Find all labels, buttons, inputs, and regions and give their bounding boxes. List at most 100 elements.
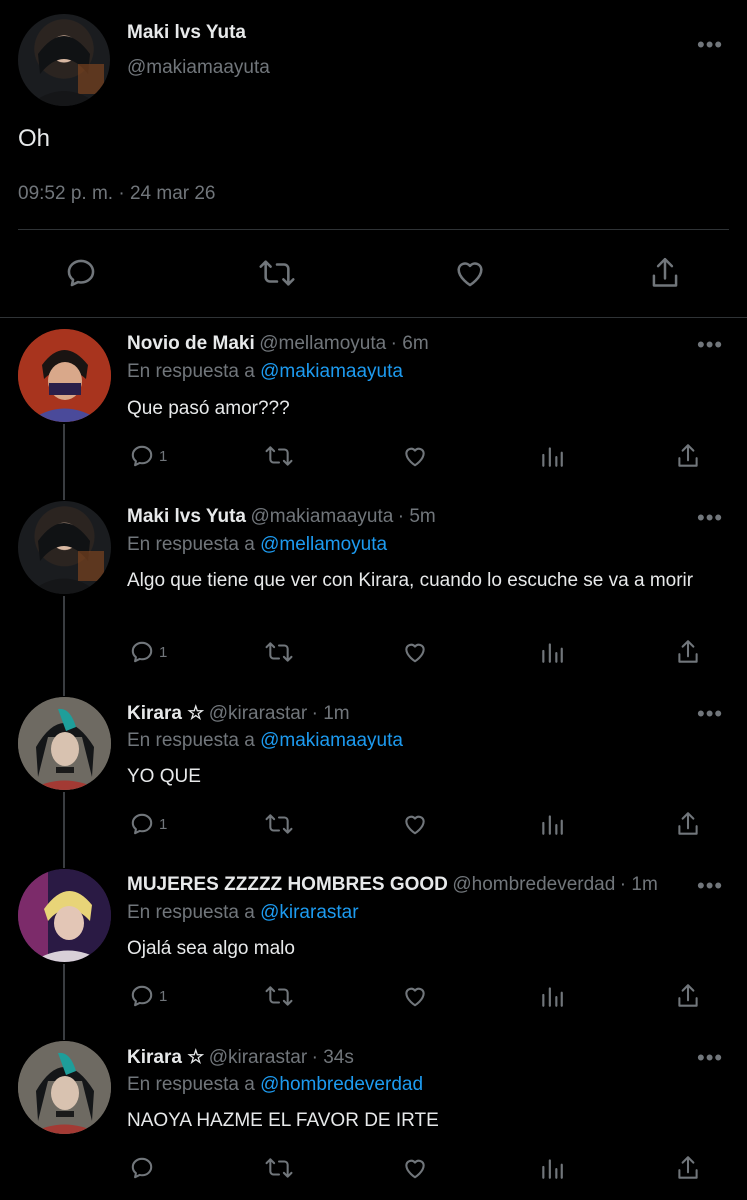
more-options-icon[interactable]: ••• xyxy=(697,703,723,725)
tweet-date: 24 mar 26 xyxy=(129,183,216,204)
avatar[interactable] xyxy=(18,1041,111,1134)
reply-prefix: En respuesta a xyxy=(127,534,255,555)
reply-button[interactable] xyxy=(64,256,98,290)
tweet-timestamp[interactable]: 09:52 p. m. · 24 mar 26 xyxy=(18,183,216,205)
retweet-icon xyxy=(265,446,293,466)
reply-to-mention[interactable]: @mellamoyuta xyxy=(260,534,387,555)
reply-icon xyxy=(131,1157,153,1179)
more-options-icon[interactable]: ••• xyxy=(697,507,723,529)
reply-age[interactable]: · 1m xyxy=(312,703,350,724)
author-handle[interactable]: @makiamaayuta xyxy=(250,506,393,527)
share-button[interactable] xyxy=(675,810,701,838)
share-button[interactable] xyxy=(675,442,701,470)
timestamp-separator: · xyxy=(118,183,125,204)
author-name[interactable]: MUJERES ZZZZZ HOMBRES GOOD xyxy=(127,874,448,895)
avatar[interactable] xyxy=(18,697,111,790)
share-button[interactable] xyxy=(675,638,701,666)
like-icon xyxy=(405,815,425,835)
reply-button[interactable]: 1 xyxy=(129,443,167,469)
tweet-text: Que pasó amor??? xyxy=(127,398,290,419)
reply-age[interactable]: · 34s xyxy=(312,1047,354,1068)
reply-age[interactable]: · 6m xyxy=(391,333,429,354)
retweet-button[interactable] xyxy=(264,983,294,1009)
reply-header: Kirara ☆ @kirarastar · 1m xyxy=(127,702,350,725)
share-button[interactable] xyxy=(675,1154,701,1182)
author-handle[interactable]: @makiamaayuta xyxy=(127,57,270,79)
author-name[interactable]: Maki lvs Yuta xyxy=(127,506,246,527)
more-options-icon[interactable]: ••• xyxy=(697,334,723,356)
avatar[interactable] xyxy=(18,14,110,106)
like-button[interactable] xyxy=(401,983,429,1009)
reply-icon xyxy=(67,259,95,287)
views-icon xyxy=(542,815,563,835)
like-icon xyxy=(457,262,483,287)
avatar[interactable] xyxy=(18,329,111,422)
reply-button[interactable]: 1 xyxy=(129,639,167,665)
author-name[interactable]: Novio de Maki xyxy=(127,333,255,354)
retweet-icon xyxy=(265,814,293,834)
author-handle[interactable]: @hombredeverdad xyxy=(452,874,615,895)
share-button[interactable] xyxy=(648,255,682,291)
views-icon xyxy=(542,447,563,467)
views-button[interactable] xyxy=(539,1155,565,1181)
thread-line xyxy=(63,964,65,1040)
like-button[interactable] xyxy=(401,1155,429,1181)
reply-header: Maki lvs Yuta @makiamaayuta · 5m xyxy=(127,506,436,528)
avatar-art xyxy=(18,329,111,422)
author-handle[interactable]: @kirarastar xyxy=(209,1047,307,1068)
like-button[interactable] xyxy=(401,443,429,469)
share-icon xyxy=(678,444,698,467)
views-icon xyxy=(542,643,563,663)
reply-button[interactable]: 1 xyxy=(129,983,167,1009)
like-button[interactable] xyxy=(453,256,487,290)
reply-icon xyxy=(131,985,153,1007)
reply-icon xyxy=(131,445,153,467)
thread-line xyxy=(63,596,65,696)
retweet-button[interactable] xyxy=(264,639,294,665)
avatar[interactable] xyxy=(18,869,111,962)
tweet-text: Ojalá sea algo malo xyxy=(127,938,295,959)
more-options-icon[interactable]: ••• xyxy=(697,875,723,897)
reply-age[interactable]: · 5m xyxy=(398,506,436,527)
like-button[interactable] xyxy=(401,639,429,665)
avatar[interactable] xyxy=(18,501,111,594)
reply-count: 1 xyxy=(159,643,168,661)
retweet-button[interactable] xyxy=(264,811,294,837)
author-handle[interactable]: @kirarastar xyxy=(209,703,307,724)
reply-count: 1 xyxy=(159,815,168,833)
retweet-button[interactable] xyxy=(258,256,296,290)
retweet-icon xyxy=(259,260,295,286)
like-icon xyxy=(405,1159,425,1179)
retweet-button[interactable] xyxy=(264,1155,294,1181)
reply-header: Novio de Maki @mellamoyuta · 6m xyxy=(127,333,429,355)
author-name[interactable]: Kirara ☆ xyxy=(127,1047,204,1068)
avatar-art xyxy=(18,697,111,790)
share-button[interactable] xyxy=(675,982,701,1010)
reply-to-mention[interactable]: @makiamaayuta xyxy=(260,730,403,751)
more-options-icon[interactable]: ••• xyxy=(697,34,723,56)
reply-button[interactable]: 1 xyxy=(129,811,167,837)
views-button[interactable] xyxy=(539,443,565,469)
like-button[interactable] xyxy=(401,811,429,837)
reply-prefix: En respuesta a xyxy=(127,1074,255,1095)
views-button[interactable] xyxy=(539,639,565,665)
reply-to-mention[interactable]: @hombredeverdad xyxy=(260,1074,423,1095)
reply-to-mention[interactable]: @makiamaayuta xyxy=(260,361,403,382)
author-handle[interactable]: @mellamoyuta xyxy=(259,333,386,354)
reply-button[interactable] xyxy=(129,1155,159,1181)
reply-to-mention[interactable]: @kirarastar xyxy=(260,902,358,923)
reply-age[interactable]: · 1m xyxy=(620,874,658,895)
views-button[interactable] xyxy=(539,811,565,837)
thread-line xyxy=(63,792,65,868)
views-button[interactable] xyxy=(539,983,565,1009)
tweet-text: Algo que tiene que ver con Kirara, cuand… xyxy=(127,570,694,591)
author-name[interactable]: Kirara ☆ xyxy=(127,703,204,724)
reply-header: Kirara ☆ @kirarastar · 34s xyxy=(127,1046,354,1069)
tweet-time: 09:52 p. m. xyxy=(18,183,114,204)
author-name[interactable]: Maki lvs Yuta xyxy=(127,22,246,44)
reply-icon xyxy=(131,813,153,835)
more-options-icon[interactable]: ••• xyxy=(697,1047,723,1069)
retweet-button[interactable] xyxy=(264,443,294,469)
views-icon xyxy=(542,987,563,1007)
reply-count: 1 xyxy=(159,987,168,1005)
